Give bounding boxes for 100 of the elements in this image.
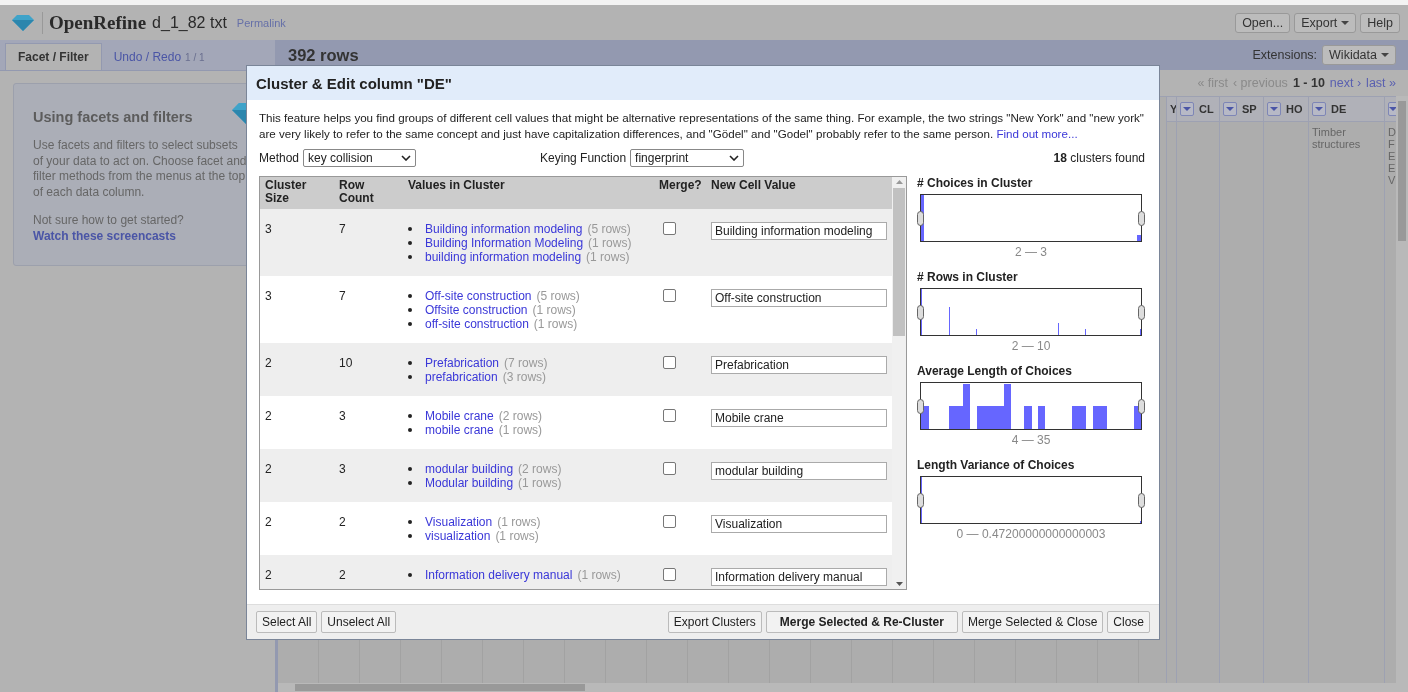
chevron-icon	[401, 155, 412, 161]
cluster-value-link[interactable]: prefabrication	[425, 370, 498, 384]
new-value-field[interactable]: Mobile crane	[711, 409, 887, 427]
value-row-count: (1 rows)	[495, 529, 539, 543]
dialog-title: Cluster & Edit column "DE"	[247, 66, 1159, 100]
column-header: SP	[1242, 103, 1257, 115]
method-select[interactable]: key collision	[303, 149, 417, 167]
column-menu-button[interactable]	[1312, 102, 1326, 116]
scrollbar[interactable]	[1396, 96, 1408, 683]
keying-select[interactable]: fingerprint	[630, 149, 745, 167]
row-count-cell-text: 3	[338, 461, 347, 478]
histogram-range: 4 — 35	[1010, 433, 1052, 447]
cluster-value-link[interactable]: visualization	[425, 529, 491, 543]
cluster-value-link[interactable]: Information delivery manual	[425, 568, 573, 582]
chevron-icon	[729, 155, 740, 161]
value-row-count: (1 rows)	[586, 250, 630, 264]
footer-button[interactable]: Unselect All	[321, 611, 397, 633]
footer-button[interactable]: Close	[1107, 611, 1150, 633]
column-heading: New Cell Value	[710, 179, 797, 192]
new-value-field[interactable]: Information delivery manual	[711, 568, 887, 586]
column-menu-button[interactable]	[1180, 102, 1194, 116]
column-menu-button[interactable]	[1223, 102, 1237, 116]
histogram-title: # Rows in Cluster	[917, 270, 1019, 284]
header-button[interactable]: Export	[1294, 12, 1357, 33]
cluster-value-link[interactable]: building information modeling	[425, 250, 582, 264]
new-value-field[interactable]: modular building	[711, 462, 887, 480]
cluster-value-link[interactable]: Visualization	[425, 515, 493, 529]
row-count-cell-text: 7	[338, 288, 347, 305]
value-row-count: (1 rows)	[498, 423, 543, 437]
row-count-cell-text: 10	[338, 355, 354, 372]
header-button[interactable]: Open...	[1235, 12, 1291, 33]
app-name: OpenRefine	[42, 11, 147, 34]
histogram-drawing[interactable]	[916, 194, 1146, 242]
new-value-field[interactable]: Prefabrication	[711, 356, 887, 374]
row-count-cell-text: 2	[338, 567, 347, 584]
footer-button[interactable]: Export Clusters	[667, 611, 762, 633]
cluster-size: 2	[264, 514, 273, 531]
histogram-title: Average Length of Choices	[917, 364, 1073, 378]
column-heading: Values in Cluster	[407, 179, 506, 192]
method-label: Method	[259, 151, 300, 165]
value-row-count: (2 rows)	[498, 409, 543, 423]
value-row-count: (1 rows)	[518, 476, 562, 490]
help-text: Use facets and filters to select subsets of your data to act on. Choose facet and filter methods from the menus at the top of each data column.	[33, 138, 248, 200]
header-button[interactable]: Help	[1360, 12, 1400, 33]
value-row-count: (1 rows)	[532, 303, 576, 317]
merge-checkbox[interactable]	[663, 222, 676, 235]
cluster-value-link[interactable]: modular building	[425, 462, 514, 476]
column-heading: Merge?	[658, 179, 703, 192]
keying-label: Keying Function	[540, 151, 627, 165]
merge-checkbox[interactable]	[663, 568, 676, 581]
merge-checkbox[interactable]	[663, 409, 676, 422]
cluster-value-link[interactable]: Prefabrication	[425, 356, 500, 370]
value-row-count: (1 rows)	[533, 317, 578, 331]
value-row-count: (5 rows)	[587, 222, 631, 236]
cluster-value-link[interactable]: Building Information Modeling	[425, 236, 584, 250]
cluster-value-link[interactable]: mobile crane	[425, 423, 494, 437]
cluster-value-link[interactable]: Modular building	[425, 476, 514, 490]
table-scrollbar[interactable]	[892, 177, 906, 589]
footer-button[interactable]: Merge Selected & Close	[961, 611, 1104, 633]
footer-button[interactable]: Select All	[256, 611, 318, 633]
value-row-count: (2 rows)	[518, 462, 562, 476]
histogram-drawing[interactable]	[916, 382, 1146, 430]
cluster-value-link[interactable]: Off-site construction	[425, 289, 532, 303]
cluster-size: 3	[264, 221, 273, 238]
cluster-size: 2	[264, 355, 273, 372]
scroll-up-arrow-icon[interactable]	[895, 180, 903, 184]
histogram-drawing[interactable]	[916, 288, 1146, 336]
page-range: 1 - 10	[1292, 76, 1325, 90]
cluster-value-link[interactable]: Building information modeling	[425, 222, 583, 236]
find-out-more-link[interactable]: Find out more...	[996, 127, 1078, 140]
merge-checkbox[interactable]	[663, 289, 676, 302]
horizontal-scrollbar[interactable]	[278, 683, 1408, 692]
new-value-field[interactable]: Off-site construction	[711, 289, 887, 307]
histogram-range: 0 — 0.47200000000000003	[955, 527, 1107, 541]
new-value-field[interactable]: Building information modeling	[711, 222, 887, 240]
merge-checkbox[interactable]	[663, 515, 676, 528]
merge-checkbox[interactable]	[663, 356, 676, 369]
panel-tab[interactable]: Facet / Filter	[5, 43, 102, 70]
cluster-value-link[interactable]: Offsite construction	[425, 303, 528, 317]
histogram-range: 2 — 10	[1010, 339, 1052, 353]
row-count-cell-text: 7	[338, 221, 347, 238]
grid-cell-text: D F E E V	[1387, 125, 1396, 188]
extensions-button[interactable]: Wikidata	[1322, 45, 1396, 65]
value-row-count: (1 rows)	[497, 515, 541, 529]
project-name: d_1_82 txt	[152, 13, 227, 32]
diamond-logo-icon	[12, 14, 34, 31]
column-menu-button[interactable]	[1267, 102, 1281, 116]
column-heading: Cluster Size	[264, 179, 308, 205]
histogram-range: 2 — 3	[1014, 245, 1048, 259]
scroll-down-arrow-icon[interactable]	[895, 582, 903, 586]
cluster-size: 2	[264, 567, 273, 584]
cluster-value-link[interactable]: Mobile crane	[425, 409, 494, 423]
merge-checkbox[interactable]	[663, 462, 676, 475]
new-value-field[interactable]: Visualization	[711, 515, 887, 533]
histogram-drawing[interactable]	[916, 476, 1146, 524]
cluster-size: 2	[264, 408, 273, 425]
cluster-value-link[interactable]: off-site construction	[425, 317, 529, 331]
clusters-found: 18 clusters found	[1053, 151, 1145, 165]
footer-button[interactable]: Merge Selected & Re-Cluster	[765, 611, 958, 633]
histogram-title: Length Variance of Choices	[917, 458, 1076, 472]
